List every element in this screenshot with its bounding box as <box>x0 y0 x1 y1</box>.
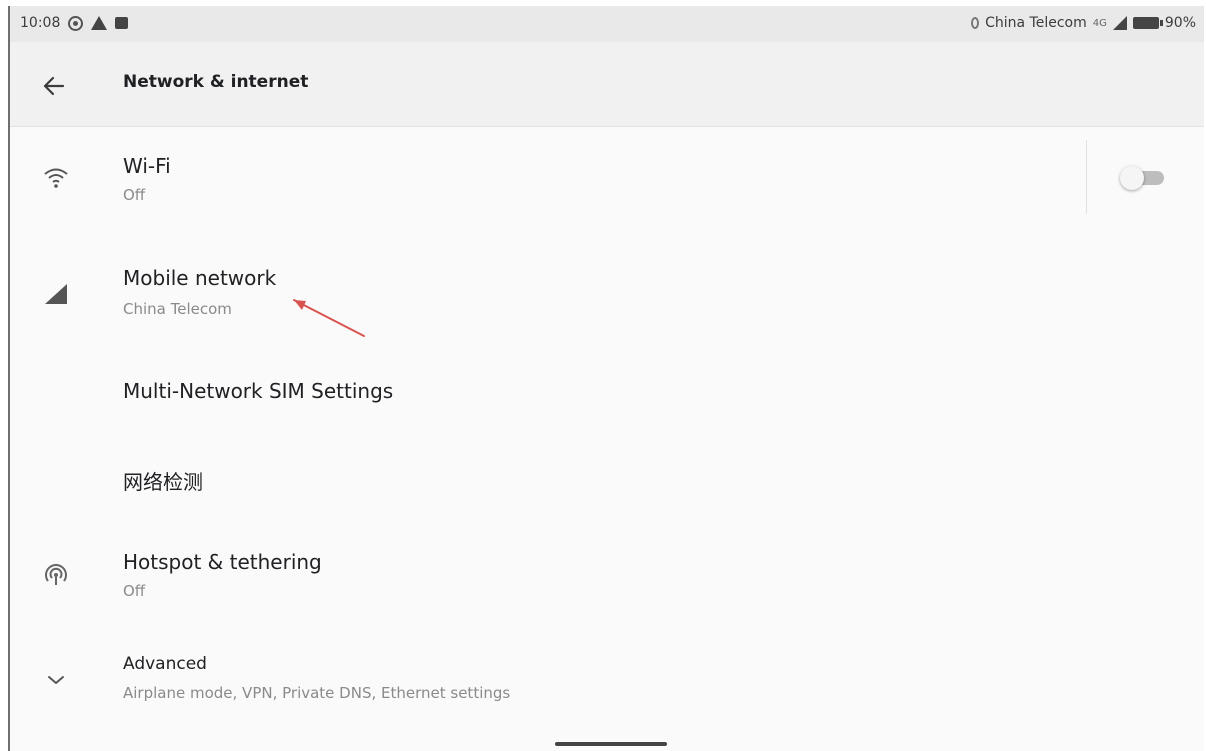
chevron-down-icon <box>38 662 74 698</box>
screen-frame: 10:08 China Telecom 4G 90% Network & int… <box>8 6 1204 751</box>
list-item-multi-network-sim[interactable]: Multi-Network SIM Settings <box>10 351 1204 431</box>
back-arrow-icon <box>43 76 65 96</box>
multi-network-sim-title: Multi-Network SIM Settings <box>123 379 394 403</box>
status-bar-right: China Telecom 4G 90% <box>971 15 1196 31</box>
list-item-mobile-network[interactable]: Mobile network China Telecom <box>10 242 1204 338</box>
cell-signal-icon <box>1112 16 1127 30</box>
page-title: Network & internet <box>123 72 309 92</box>
mobile-network-title: Mobile network <box>123 266 277 290</box>
status-bar: 10:08 China Telecom 4G 90% <box>10 6 1204 42</box>
wifi-toggle-thumb <box>1120 166 1144 190</box>
wifi-status: Off <box>123 186 146 204</box>
record-icon <box>68 15 84 31</box>
back-button[interactable] <box>34 66 74 106</box>
mobile-network-carrier: China Telecom <box>123 300 232 318</box>
hotspot-title: Hotspot & tethering <box>123 550 322 574</box>
warning-icon <box>91 16 108 30</box>
hotspot-status: Off <box>123 582 146 600</box>
status-bar-left: 10:08 <box>20 15 129 31</box>
list-item-hotspot[interactable]: Hotspot & tethering Off <box>10 522 1204 616</box>
location-icon <box>971 17 980 29</box>
wifi-switch-divider <box>1086 140 1087 214</box>
network-check-title: 网络检测 <box>123 470 203 494</box>
advanced-summary: Airplane mode, VPN, Private DNS, Etherne… <box>123 684 511 702</box>
advanced-title: Advanced <box>123 654 207 674</box>
list-item-network-check[interactable]: 网络检测 <box>10 436 1204 518</box>
hotspot-icon <box>38 556 74 592</box>
wifi-icon <box>38 160 74 196</box>
signal-icon <box>38 276 74 312</box>
wifi-toggle[interactable] <box>1120 164 1174 192</box>
app-bar: Network & internet <box>10 42 1204 127</box>
clock: 10:08 <box>20 15 61 31</box>
home-indicator[interactable] <box>555 742 667 746</box>
notification-icon <box>115 17 129 29</box>
wifi-title: Wi-Fi <box>123 154 171 178</box>
battery-level: 90% <box>1164 15 1196 31</box>
list-item-wifi[interactable]: Wi-Fi Off <box>10 128 1204 226</box>
list-item-advanced[interactable]: Advanced Airplane mode, VPN, Private DNS… <box>10 634 1204 722</box>
carrier-name: China Telecom <box>985 15 1087 31</box>
network-type: 4G <box>1092 17 1107 29</box>
annotation-arrow <box>293 299 365 337</box>
battery-icon <box>1132 17 1163 29</box>
